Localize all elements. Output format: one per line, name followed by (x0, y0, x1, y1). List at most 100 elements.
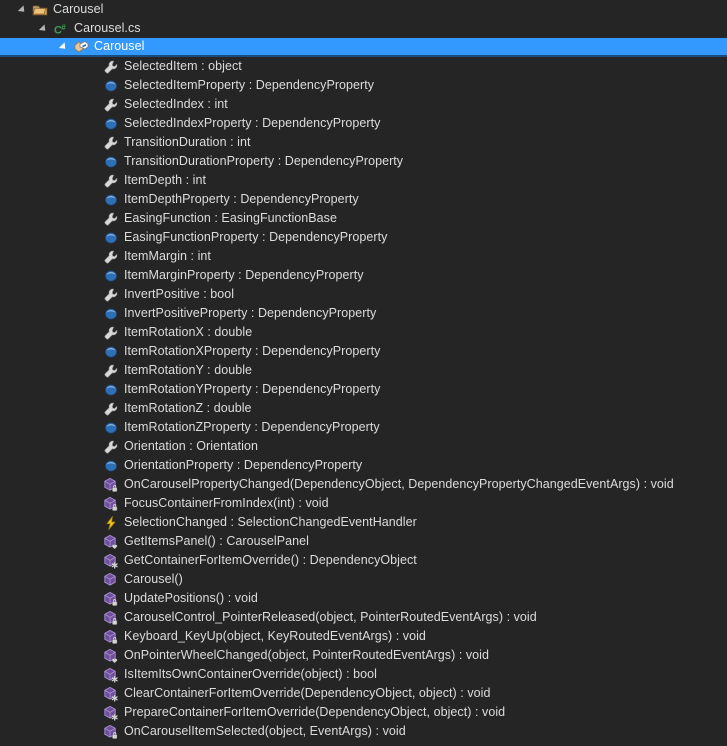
tree-row-label: EasingFunctionProperty : DependencyPrope… (124, 230, 388, 244)
tree-row-label: CarouselControl_PointerReleased(object, … (124, 610, 537, 624)
event-icon (103, 515, 119, 531)
tree-row[interactable]: SelectedIndexProperty : DependencyProper… (0, 114, 727, 133)
tree-row[interactable]: Carousel (0, 0, 727, 19)
tree-row[interactable]: ItemMargin : int (0, 247, 727, 266)
property-icon (103, 135, 119, 151)
tree-row-label: OnCarouselItemSelected(object, EventArgs… (124, 724, 406, 738)
tree-row[interactable]: Keyboard_KeyUp(object, KeyRoutedEventArg… (0, 627, 727, 646)
tree-row[interactable]: GetContainerForItemOverride() : Dependen… (0, 551, 727, 570)
tree-row[interactable]: C # Carousel.cs (0, 19, 727, 38)
field-icon (103, 78, 119, 94)
tree-row[interactable]: ItemRotationY : double (0, 361, 727, 380)
tree-row[interactable]: SelectedIndex : int (0, 95, 727, 114)
tree-row[interactable]: EasingFunction : EasingFunctionBase (0, 209, 727, 228)
tree-row-label: UpdatePositions() : void (124, 591, 258, 605)
tree-row-label: FocusContainerFromIndex(int) : void (124, 496, 329, 510)
project-folder-icon (32, 2, 48, 18)
tree-row-label: SelectedItemProperty : DependencyPropert… (124, 78, 375, 92)
tree-row[interactable]: ItemDepthProperty : DependencyProperty (0, 190, 727, 209)
twisty-placeholder (88, 494, 103, 513)
tree-row-label: SelectedItem : object (124, 59, 242, 73)
tree-row[interactable]: OnCarouselPropertyChanged(DependencyObje… (0, 475, 727, 494)
tree-row-label: InvertPositive : bool (124, 287, 235, 301)
twisty-placeholder (88, 323, 103, 342)
tree-row[interactable]: SelectedItemProperty : DependencyPropert… (0, 76, 727, 95)
tree-row[interactable]: EasingFunctionProperty : DependencyPrope… (0, 228, 727, 247)
csharp-file-icon: C # (53, 21, 69, 37)
field-icon (103, 116, 119, 132)
tree-row[interactable]: OnPointerWheelChanged(object, PointerRou… (0, 646, 727, 665)
twisty-placeholder (88, 551, 103, 570)
expand-arrow-icon[interactable] (58, 37, 73, 56)
method-private-icon (103, 629, 119, 645)
property-icon (103, 59, 119, 75)
tree-row[interactable]: ItemMarginProperty : DependencyProperty (0, 266, 727, 285)
tree-row-label: Carousel() (124, 572, 183, 586)
tree-row[interactable]: ItemRotationZ : double (0, 399, 727, 418)
twisty-placeholder (88, 703, 103, 722)
twisty-placeholder (88, 114, 103, 133)
tree-row[interactable]: ItemRotationZProperty : DependencyProper… (0, 418, 727, 437)
tree-row[interactable]: FocusContainerFromIndex(int) : void (0, 494, 727, 513)
tree-row[interactable]: ItemRotationX : double (0, 323, 727, 342)
property-icon (103, 211, 119, 227)
method-protected-icon (103, 648, 119, 664)
tree-row-label: TransitionDurationProperty : DependencyP… (124, 154, 404, 168)
tree-row[interactable]: InvertPositive : bool (0, 285, 727, 304)
method-override-icon (103, 705, 119, 721)
tree-row[interactable]: ItemRotationXProperty : DependencyProper… (0, 342, 727, 361)
tree-row-label: Carousel (94, 39, 145, 53)
tree-row[interactable]: OrientationProperty : DependencyProperty (0, 456, 727, 475)
twisty-placeholder (88, 646, 103, 665)
expand-arrow-icon[interactable] (38, 19, 53, 38)
tree-row[interactable]: OnCarouselItemSelected(object, EventArgs… (0, 722, 727, 741)
tree-row[interactable]: CarouselControl_PointerReleased(object, … (0, 608, 727, 627)
tree-row[interactable]: SelectedItem : object (0, 57, 727, 76)
tree-row[interactable]: ItemDepth : int (0, 171, 727, 190)
tree-row-label: GetItemsPanel() : CarouselPanel (124, 534, 309, 548)
tree-row-label: ItemRotationZ : double (124, 401, 252, 415)
twisty-placeholder (88, 570, 103, 589)
method-override-icon (103, 667, 119, 683)
tree-row[interactable]: Carousel() (0, 570, 727, 589)
tree-row-selected[interactable]: Carousel (0, 38, 727, 57)
tree-row[interactable]: InvertPositiveProperty : DependencyPrope… (0, 304, 727, 323)
tree-row-label: ItemRotationYProperty : DependencyProper… (124, 382, 381, 396)
twisty-placeholder (88, 171, 103, 190)
method-private-icon (103, 477, 119, 493)
tree-row[interactable]: PrepareContainerForItemOverride(Dependen… (0, 703, 727, 722)
tree-row[interactable]: TransitionDurationProperty : DependencyP… (0, 152, 727, 171)
tree-row-label: Orientation : Orientation (124, 439, 258, 453)
tree-row-label: ItemDepthProperty : DependencyProperty (124, 192, 359, 206)
property-icon (103, 363, 119, 379)
class-view-tree[interactable]: Carousel C # Carousel.cs Carousel SelectedIte… (0, 0, 727, 746)
tree-row-label: ItemMarginProperty : DependencyProperty (124, 268, 364, 282)
tree-row[interactable]: SelectionChanged : SelectionChangedEvent… (0, 513, 727, 532)
twisty-placeholder (88, 361, 103, 380)
method-private-icon (103, 496, 119, 512)
tree-row[interactable]: TransitionDuration : int (0, 133, 727, 152)
tree-row-label: TransitionDuration : int (124, 135, 251, 149)
twisty-placeholder (88, 627, 103, 646)
twisty-placeholder (88, 665, 103, 684)
twisty-placeholder (88, 608, 103, 627)
tree-row[interactable]: UpdatePositions() : void (0, 589, 727, 608)
method-protected-icon (103, 534, 119, 550)
expand-arrow-icon[interactable] (17, 0, 32, 19)
tree-row[interactable]: IsItemItsOwnContainerOverride(object) : … (0, 665, 727, 684)
field-icon (103, 382, 119, 398)
tree-row[interactable]: GetItemsPanel() : CarouselPanel (0, 532, 727, 551)
method-private-icon (103, 591, 119, 607)
tree-row[interactable]: ClearContainerForItemOverride(Dependency… (0, 684, 727, 703)
tree-row-label: ItemRotationZProperty : DependencyProper… (124, 420, 380, 434)
tree-row-label: ItemRotationXProperty : DependencyProper… (124, 344, 381, 358)
tree-row[interactable]: ItemRotationYProperty : DependencyProper… (0, 380, 727, 399)
tree-row-label: OnPointerWheelChanged(object, PointerRou… (124, 648, 490, 662)
property-icon (103, 401, 119, 417)
twisty-placeholder (88, 399, 103, 418)
twisty-placeholder (88, 209, 103, 228)
twisty-placeholder (88, 589, 103, 608)
tree-row[interactable]: Orientation : Orientation (0, 437, 727, 456)
method-private-icon (103, 724, 119, 740)
twisty-placeholder (88, 57, 103, 76)
